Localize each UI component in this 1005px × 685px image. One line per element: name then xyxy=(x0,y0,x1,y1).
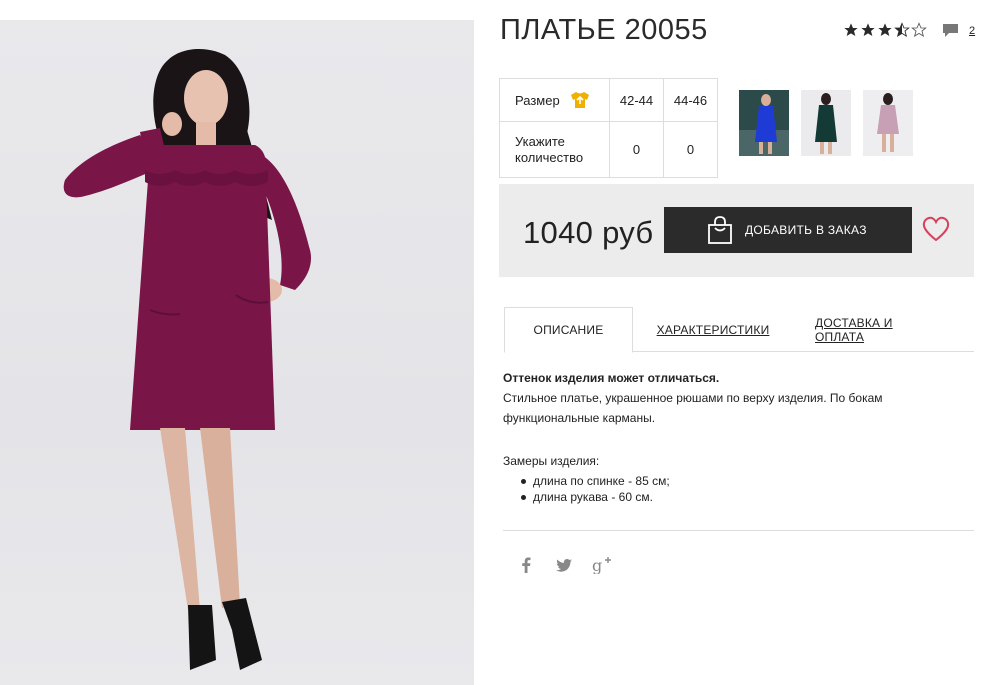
wishlist-heart-icon[interactable] xyxy=(922,216,950,242)
tab-description[interactable]: ОПИСАНИЕ xyxy=(504,307,633,353)
add-to-order-button[interactable]: ДОБАВИТЬ В ЗАКАЗ xyxy=(664,207,912,253)
star-full-icon[interactable] xyxy=(843,22,859,38)
thumbnail-dark-green[interactable] xyxy=(801,90,851,156)
quantity-label: Укажите количество xyxy=(499,121,610,178)
add-to-order-label: ДОБАВИТЬ В ЗАКАЗ xyxy=(745,223,867,237)
google-plus-icon[interactable]: g xyxy=(592,556,612,574)
size-option-42-44[interactable]: 42-44 xyxy=(609,78,664,122)
product-price: 1040 руб xyxy=(523,215,654,250)
comments-count[interactable]: 2 xyxy=(969,25,975,37)
svg-text:g: g xyxy=(592,556,602,574)
star-full-icon[interactable] xyxy=(860,22,876,38)
list-item: длина рукава - 60 см. xyxy=(521,489,963,505)
star-full-icon[interactable] xyxy=(877,22,893,38)
description-text: Стильное платье, украшенное рюшами по ве… xyxy=(503,391,883,425)
buy-panel: 1040 руб ДОБАВИТЬ В ЗАКАЗ xyxy=(499,184,974,277)
size-label-cell: Размер xyxy=(499,78,610,122)
color-thumbnails xyxy=(739,90,925,156)
tab-characteristics[interactable]: ХАРАКТЕРИСТИКИ xyxy=(656,307,770,352)
measurements-title: Замеры изделия: xyxy=(503,454,600,468)
star-half-icon[interactable] xyxy=(894,22,910,38)
description-note: Оттенок изделия может отличаться. xyxy=(503,371,720,385)
comment-icon[interactable] xyxy=(942,23,959,38)
divider xyxy=(503,530,974,531)
description-content: Оттенок изделия может отличаться. Стильн… xyxy=(503,368,963,505)
comments-link[interactable]: 2 xyxy=(942,23,975,38)
tab-delivery-payment[interactable]: ДОСТАВКА И ОПЛАТА xyxy=(815,307,941,352)
size-table: Размер 42-44 44-46 Укажите количество 0 … xyxy=(499,78,718,178)
thumbnail-pink[interactable] xyxy=(863,90,913,156)
size-option-44-46[interactable]: 44-46 xyxy=(663,78,718,122)
model-illustration xyxy=(63,48,312,670)
star-empty-icon[interactable] xyxy=(911,22,927,38)
thumbnail-blue[interactable] xyxy=(739,90,789,156)
twitter-icon[interactable] xyxy=(554,556,574,574)
rating-stars[interactable] xyxy=(843,22,928,38)
product-title: ПЛАТЬЕ 20055 xyxy=(500,14,708,46)
facebook-icon[interactable] xyxy=(516,556,536,574)
quantity-input-44-46[interactable]: 0 xyxy=(663,121,718,178)
quantity-input-42-44[interactable]: 0 xyxy=(609,121,664,178)
measurements-list: длина по спинке - 85 см; длина рукава - … xyxy=(503,473,963,505)
size-chart-shirt-icon[interactable] xyxy=(570,91,590,109)
list-item: длина по спинке - 85 см; xyxy=(521,473,963,489)
shopping-bag-icon xyxy=(708,216,732,244)
product-tabs: ОПИСАНИЕ ХАРАКТЕРИСТИКИ ДОСТАВКА И ОПЛАТ… xyxy=(504,307,974,353)
size-label: Размер xyxy=(515,92,560,108)
product-photo[interactable] xyxy=(0,20,474,685)
social-share: g xyxy=(516,556,630,574)
